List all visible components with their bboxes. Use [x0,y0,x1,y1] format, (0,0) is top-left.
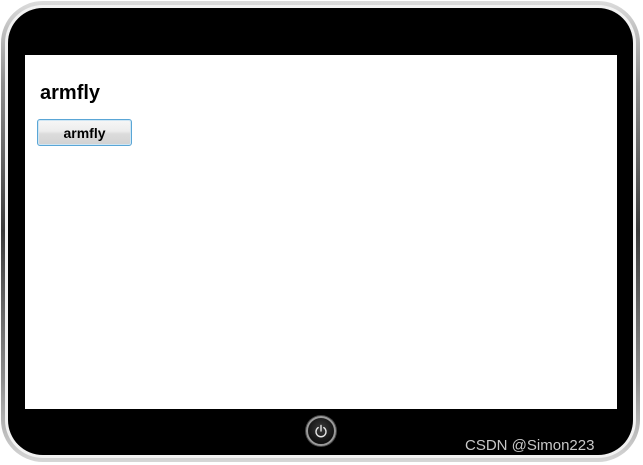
watermark-text: CSDN @Simon223 [465,437,595,454]
app-title: armfly [40,82,101,104]
device-screen: armfly armfly [25,55,617,409]
armfly-button[interactable]: armfly [37,119,132,146]
home-button[interactable] [306,416,336,446]
power-icon [315,424,327,438]
